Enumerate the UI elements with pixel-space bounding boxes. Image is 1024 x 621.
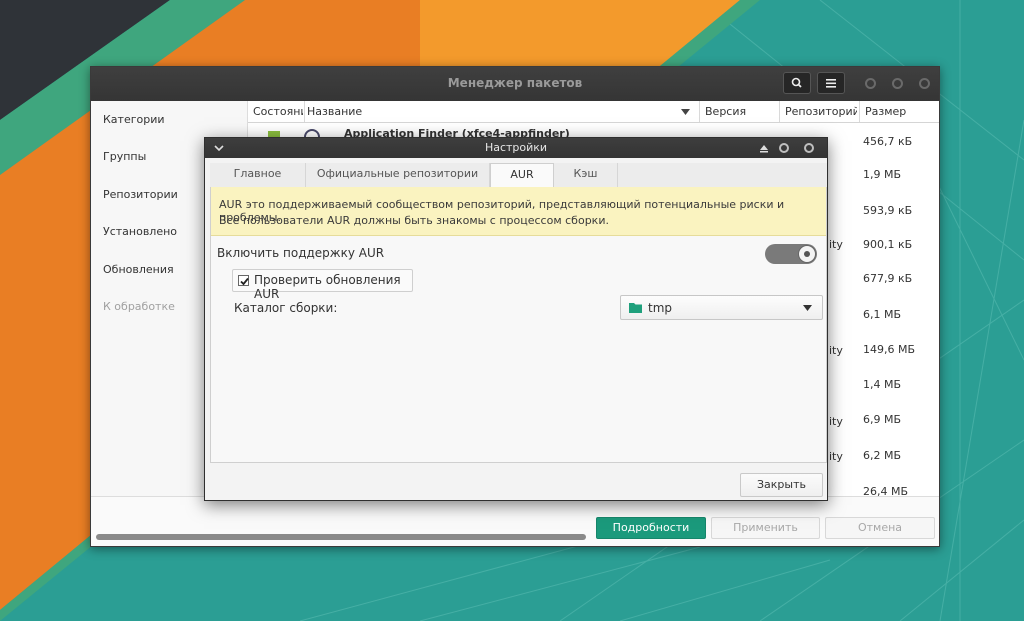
aur-settings-panel: AUR это поддерживаемый сообществом репоз… — [210, 187, 827, 463]
search-button[interactable] — [783, 72, 811, 94]
column-header-repository[interactable]: Репозиторий — [785, 105, 857, 118]
repository-cell: ity — [829, 344, 843, 357]
check-aur-updates-checkbox[interactable] — [238, 275, 249, 286]
check-aur-updates-row[interactable]: Проверить обновления AUR — [232, 269, 413, 301]
sidebar-item-updates[interactable]: Обновления — [103, 263, 174, 276]
tab-general[interactable]: Главное — [210, 163, 306, 187]
switch-knob — [798, 245, 816, 263]
table-header: Состояние Название Версия Репозиторий Ра… — [248, 101, 939, 123]
size-cell: 6,1 МБ — [863, 308, 902, 321]
settings-dialog: Настройки Главное Официальные репозитори… — [204, 137, 828, 501]
search-icon — [791, 77, 802, 88]
build-dir-label: Каталог сборки: — [234, 301, 338, 315]
tab-cache[interactable]: Кэш — [554, 163, 618, 187]
enable-aur-switch[interactable] — [765, 244, 817, 264]
build-dir-dropdown[interactable]: tmp — [620, 295, 823, 320]
aur-warning-notice: AUR это поддерживаемый сообществом репоз… — [211, 187, 826, 236]
close-window-button[interactable] — [919, 78, 930, 89]
repository-cell: ity — [829, 415, 843, 428]
size-cell: 6,2 МБ — [863, 449, 902, 462]
hamburger-icon — [826, 79, 836, 88]
sidebar-item-groups[interactable]: Группы — [103, 150, 146, 163]
cancel-button: Отмена — [825, 517, 935, 539]
build-dir-value: tmp — [648, 301, 673, 315]
size-cell: 149,6 МБ — [863, 343, 916, 356]
dialog-close-button[interactable] — [804, 143, 814, 153]
sort-down-icon — [681, 109, 690, 115]
size-cell: 900,1 кБ — [863, 238, 913, 251]
sidebar-item-pending: К обработке — [103, 300, 175, 313]
notice-line-2: Все пользователи AUR должны быть знакомы… — [219, 214, 609, 227]
close-dialog-button[interactable]: Закрыть — [740, 473, 823, 497]
window-title: Менеджер пакетов — [447, 76, 583, 90]
window-titlebar[interactable]: Менеджер пакетов — [91, 67, 939, 102]
dropdown-arrow-icon — [803, 305, 812, 311]
sidebar-item-repositories[interactable]: Репозитории — [103, 188, 178, 201]
minimize-button[interactable] — [865, 78, 876, 89]
size-cell: 456,7 кБ — [863, 135, 913, 148]
dialog-maximize-button[interactable] — [779, 143, 789, 153]
tab-official-repositories[interactable]: Официальные репозитории — [306, 163, 490, 187]
horizontal-scrollbar[interactable] — [96, 534, 586, 540]
sidebar-item-categories[interactable]: Категории — [103, 113, 165, 126]
repository-cell: ity — [829, 238, 843, 251]
dialog-titlebar[interactable]: Настройки — [205, 138, 827, 158]
column-header-name[interactable]: Название — [307, 105, 362, 118]
apply-button: Применить — [711, 517, 820, 539]
size-cell: 1,4 МБ — [863, 378, 902, 391]
check-aur-updates-label: Проверить обновления AUR — [254, 273, 401, 301]
repository-cell: ity — [829, 450, 843, 463]
size-cell: 593,9 кБ — [863, 204, 913, 217]
checkmark-icon — [240, 277, 249, 286]
column-header-state[interactable]: Состояние — [253, 105, 303, 118]
settings-tabs: Главное Официальные репозитории AUR Кэш — [210, 163, 827, 188]
enable-aur-label: Включить поддержку AUR — [217, 246, 385, 260]
sidebar-item-installed[interactable]: Установлено — [103, 225, 177, 238]
size-cell: 6,9 МБ — [863, 413, 902, 426]
column-header-size[interactable]: Размер — [865, 105, 906, 118]
size-cell: 1,9 МБ — [863, 168, 902, 181]
maximize-button[interactable] — [892, 78, 903, 89]
details-button[interactable]: Подробности — [596, 517, 706, 539]
tab-aur[interactable]: AUR — [490, 163, 554, 188]
column-header-version[interactable]: Версия — [705, 105, 746, 118]
menu-button[interactable] — [817, 72, 845, 94]
shade-up-icon[interactable] — [759, 144, 769, 153]
size-cell: 677,9 кБ — [863, 272, 913, 285]
folder-icon — [629, 303, 642, 313]
dialog-title: Настройки — [484, 141, 548, 154]
